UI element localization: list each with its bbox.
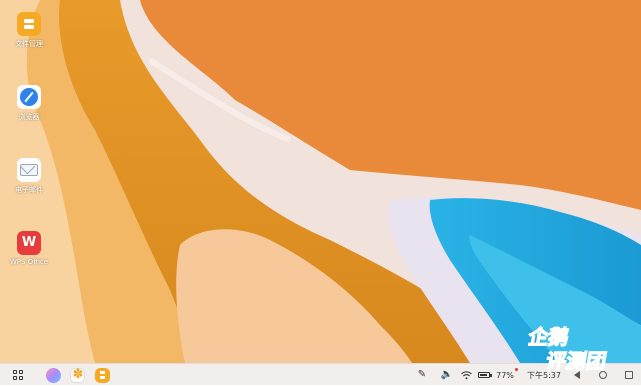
desktop-icon-label: 电子邮件 <box>15 186 43 194</box>
taskbar-app-assistant[interactable] <box>44 364 62 386</box>
desktop-icon-label: 文件管理 <box>15 40 43 48</box>
wps-icon: W <box>17 231 41 255</box>
taskbar-app-files[interactable] <box>93 364 111 386</box>
desktop-icon-label: WPS Office <box>9 258 49 266</box>
watermark-logo: 企鹅 评测团 <box>528 325 609 374</box>
folder-icon <box>17 12 41 36</box>
battery-icon <box>478 372 492 378</box>
taskbar-app-gallery[interactable] <box>68 364 86 386</box>
desktop-icon-wps[interactable]: W WPS Office <box>6 231 52 266</box>
assistant-app-icon <box>45 367 61 383</box>
volume-icon: 🔈 <box>440 369 454 380</box>
battery-indicator[interactable] <box>476 364 492 386</box>
desktop-icon-label: 浏览器 <box>18 113 40 121</box>
desktop-icon-mail[interactable]: 电子邮件 <box>6 158 52 195</box>
browser-icon <box>17 85 41 109</box>
desktop-icon-files[interactable]: 文件管理 <box>6 12 52 49</box>
wifi-button[interactable] <box>458 364 474 386</box>
svg-text:企鹅: 企鹅 <box>528 325 571 349</box>
desktop: 文件管理 浏览器 电子邮件 W WPS Office <box>0 0 641 363</box>
app-launcher-button[interactable] <box>10 364 26 386</box>
volume-button[interactable]: 🔈 <box>439 364 455 386</box>
mail-icon <box>17 158 41 182</box>
pen-button[interactable]: ✎ <box>415 364 429 386</box>
files-app-icon <box>94 367 110 383</box>
wallpaper <box>0 0 641 363</box>
pen-icon: ✎ <box>417 369 427 380</box>
svg-text:评测团: 评测团 <box>544 349 608 373</box>
battery-percent: 77% <box>496 370 514 380</box>
desktop-icon-browser[interactable]: 浏览器 <box>6 85 52 122</box>
wifi-icon <box>460 370 472 379</box>
app-grid-icon <box>13 370 23 380</box>
notification-dot <box>515 368 518 371</box>
gallery-app-icon <box>69 367 86 383</box>
